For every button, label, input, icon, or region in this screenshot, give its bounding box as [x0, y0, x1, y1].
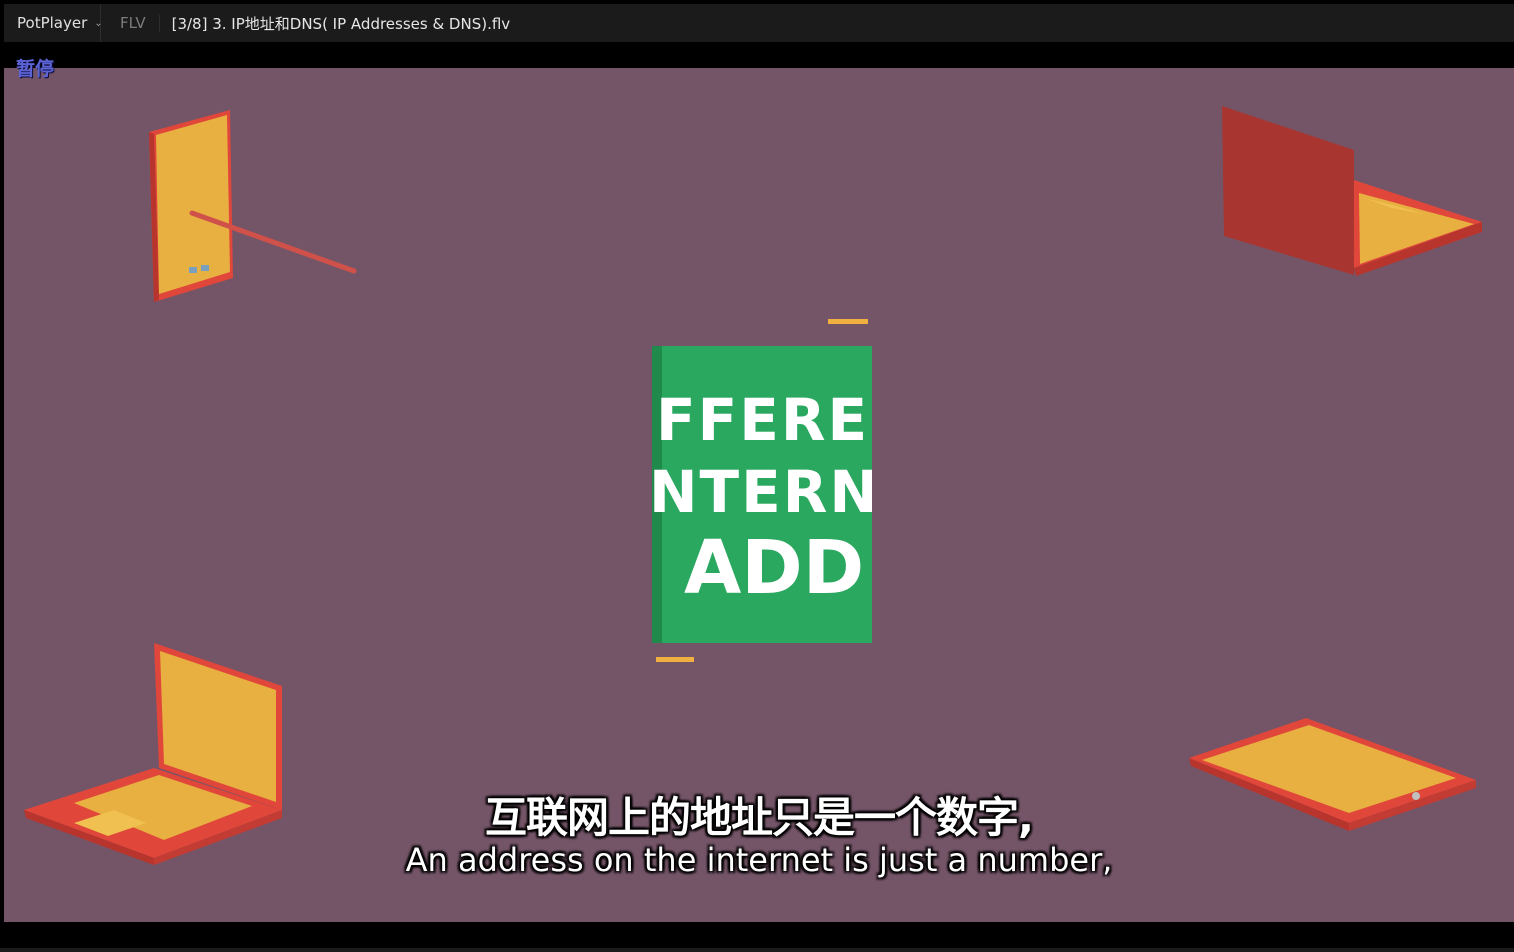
subtitle-english: An address on the internet is just a num… [405, 841, 1113, 879]
file-title: [3/8] 3. IP地址和DNS( IP Addresses & DNS).f… [171, 14, 511, 33]
seek-bar-track[interactable] [0, 948, 1514, 952]
sign-line-2: NTERN [649, 458, 880, 526]
video-sign-graphic: FFEREN NTERN ADD [649, 319, 920, 662]
sign-line-3: ADD [684, 525, 864, 611]
video-viewport[interactable]: FFEREN NTERN ADD 互联网上的地址只是一个数字, An addre… [4, 68, 1514, 922]
sign-line-1: FFEREN [656, 386, 920, 454]
laptop-icon [1222, 106, 1482, 276]
app-name: PotPlayer [17, 14, 88, 32]
title-bar: PotPlayer ⌄ FLV [3/8] 3. IP地址和DNS( IP Ad… [4, 4, 1514, 42]
pause-status-osd: 暂停 [16, 58, 55, 80]
app-menu-button[interactable]: PotPlayer ⌄ [4, 4, 103, 42]
subtitle-chinese: 互联网上的地址只是一个数字, [485, 793, 1034, 842]
video-top-border [4, 42, 1514, 68]
phone-icon [149, 110, 357, 302]
format-badge: FLV [101, 14, 160, 32]
